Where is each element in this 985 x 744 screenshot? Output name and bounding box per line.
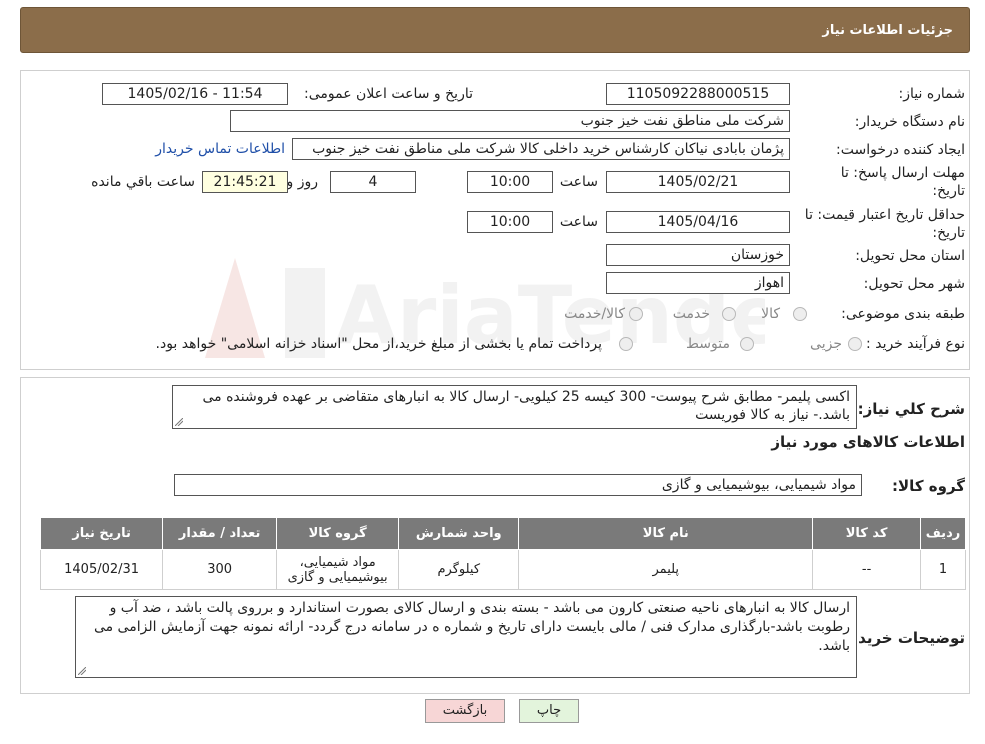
goods-table-header-row: ردیف کد کالا نام کالا واحد شمارش گروه کا… xyxy=(39,517,967,550)
category-option-goods-service: کالا/خدمت xyxy=(564,306,625,322)
creator-label: ایجاد کننده درخواست: xyxy=(836,142,965,158)
page-title: جزئیات اطلاعات نیاز xyxy=(822,23,953,38)
summary-text: اکسی پلیمر- مطابق شرح پیوست- 300 کیسه 25… xyxy=(202,389,850,423)
province-label: استان محل تحویل: xyxy=(855,248,965,264)
goods-group-label: گروه کالا: xyxy=(892,477,965,495)
col-header-group: گروه کالا xyxy=(276,517,400,550)
goods-table: ردیف کد کالا نام کالا واحد شمارش گروه کا… xyxy=(39,517,967,590)
buyer-notes-textarea[interactable]: ارسال کالا به انبارهای ناحیه صنعتی کارون… xyxy=(75,596,857,678)
page-header: جزئیات اطلاعات نیاز xyxy=(20,7,970,53)
col-header-name: نام کالا xyxy=(518,517,814,550)
validity-date-field: 1405/04/16 xyxy=(606,211,790,233)
buyer-contact-link[interactable]: اطلاعات تماس خریدار xyxy=(155,141,285,157)
resize-grip-icon[interactable] xyxy=(175,418,183,426)
deadline-date-field: 1405/02/21 xyxy=(606,171,790,193)
city-label: شهر محل تحویل: xyxy=(863,276,965,292)
days-field: 4 xyxy=(330,171,416,193)
category-radio-service[interactable] xyxy=(722,307,736,321)
validity-label: حداقل تاریخ اعتبار قیمت: تا تاریخ: xyxy=(804,207,965,241)
cell-quantity: 300 xyxy=(162,549,278,590)
table-row: 1 -- پلیمر کیلوگرم مواد شیمیایی، بیوشیمی… xyxy=(39,549,967,590)
summary-textarea[interactable]: اکسی پلیمر- مطابق شرح پیوست- 300 کیسه 25… xyxy=(172,385,857,429)
cell-group: مواد شیمیایی، بیوشیمیایی و گازی xyxy=(276,549,400,590)
print-button[interactable]: چاپ xyxy=(519,699,579,723)
resize-grip-icon[interactable] xyxy=(78,667,86,675)
process-label: نوع فرآیند خرید : xyxy=(866,336,965,352)
payment-note: پرداخت تمام یا بخشی از مبلغ خرید،از محل … xyxy=(155,336,602,352)
deadline-time-label: ساعت xyxy=(559,174,598,190)
creator-field: پژمان بابادی نیاکان کارشناس خرید داخلی ک… xyxy=(292,138,790,160)
deadline-label: مهلت ارسال پاسخ: تا تاریخ: xyxy=(840,165,965,199)
remaining-label: ساعت باقي مانده xyxy=(91,174,195,190)
goods-group-field: مواد شیمیایی، بیوشیمیایی و گازی xyxy=(174,474,862,496)
need-number-field: 1105092288000515 xyxy=(606,83,790,105)
col-header-row-number: ردیف xyxy=(919,517,967,550)
province-field: خوزستان xyxy=(606,244,790,266)
col-header-date: تاریخ نیاز xyxy=(39,517,164,550)
deadline-time-field: 10:00 xyxy=(467,171,553,193)
process-option-partial: جزیی xyxy=(810,336,842,352)
cell-unit: کیلوگرم xyxy=(398,549,520,590)
days-label: روز و xyxy=(286,174,319,190)
category-option-service: خدمت xyxy=(672,306,710,322)
buyer-org-label: نام دستگاه خریدار: xyxy=(854,114,965,130)
announce-label: تاریخ و ساعت اعلان عمومی: xyxy=(304,86,473,102)
need-number-label: شماره نیاز: xyxy=(898,86,966,102)
process-option-medium: متوسط xyxy=(686,336,730,352)
col-header-unit: واحد شمارش xyxy=(398,517,520,550)
summary-label: شرح کلي نياز: xyxy=(857,400,965,418)
cell-name: پلیمر xyxy=(518,549,814,590)
city-field: اهواز xyxy=(606,272,790,294)
buyer-notes-label: توضیحات خریدار: xyxy=(838,629,965,647)
announce-field: 1405/02/16 - 11:54 xyxy=(102,83,288,105)
category-option-goods: کالا xyxy=(761,306,780,322)
validity-time-label: ساعت xyxy=(559,214,598,230)
back-button[interactable]: بازگشت xyxy=(425,699,505,723)
process-radio-medium[interactable] xyxy=(740,337,754,351)
goods-info-title: اطلاعات کالاهای مورد نیاز xyxy=(771,433,965,451)
validity-time-field: 10:00 xyxy=(467,211,553,233)
cell-row-number: 1 xyxy=(919,549,967,590)
remaining-time-field: 21:45:21 xyxy=(202,171,288,193)
cell-date: 1405/02/31 xyxy=(39,549,164,590)
buyer-notes-text: ارسال کالا به انبارهای ناحیه صنعتی کارون… xyxy=(93,600,850,654)
col-header-quantity: تعداد / مقدار xyxy=(162,517,278,550)
col-header-code: کد کالا xyxy=(812,517,921,550)
process-radio-partial[interactable] xyxy=(848,337,862,351)
cell-code: -- xyxy=(812,549,921,590)
category-radio-goods[interactable] xyxy=(793,307,807,321)
payment-checkbox[interactable] xyxy=(619,337,633,351)
buyer-org-field: شرکت ملی مناطق نفت خیز جنوب xyxy=(230,110,790,132)
category-label: طبقه بندی موضوعی: xyxy=(841,306,965,322)
category-radio-goods-service[interactable] xyxy=(629,307,643,321)
